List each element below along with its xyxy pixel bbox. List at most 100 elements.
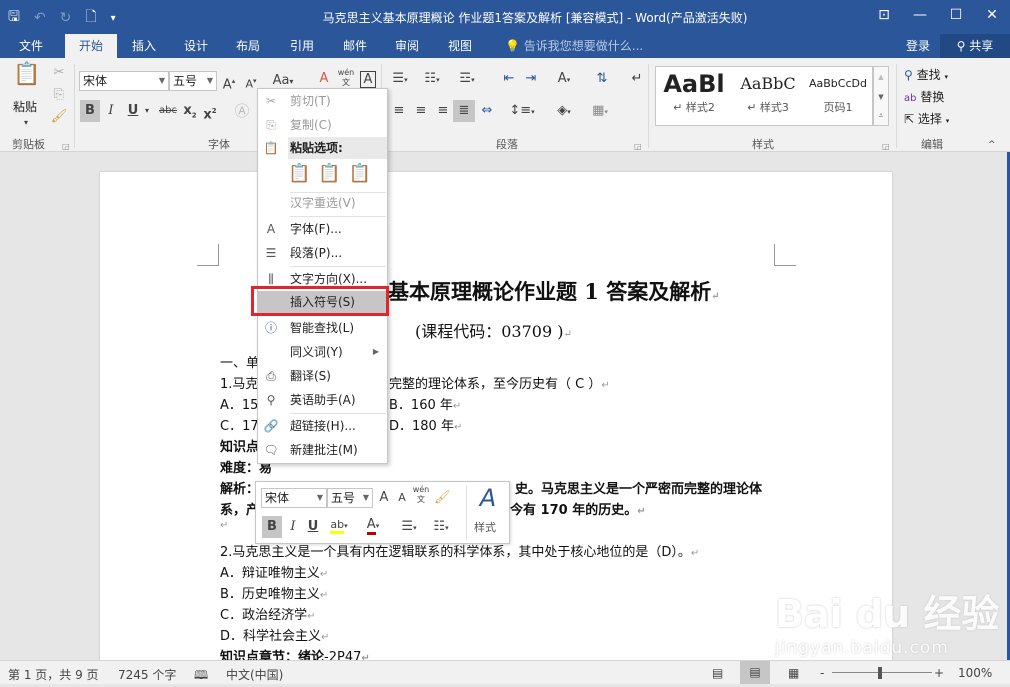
menu-item-font[interactable]: A 字体(F)... — [258, 218, 387, 240]
styles-up-button[interactable]: ▲ — [874, 67, 888, 87]
show-marks-icon[interactable]: ↵ — [628, 70, 646, 88]
style-item-3[interactable]: AaBbC ↵ 样式3 — [732, 69, 804, 115]
mini-highlight-icon[interactable]: ab▾ — [326, 516, 352, 535]
menu-item-copy[interactable]: ⎘ 复制(C) — [258, 114, 387, 136]
paste-icon[interactable]: 📋 — [12, 64, 42, 94]
menu-item-paragraph[interactable]: ☰ 段落(P)... — [258, 242, 387, 264]
line-spacing-icon[interactable]: ↕≡▾ — [508, 102, 536, 121]
mini-font-color-icon[interactable]: A▾ — [360, 516, 386, 535]
tab-insert[interactable]: 插入 — [122, 34, 166, 58]
minimize-button[interactable]: — — [902, 0, 938, 30]
web-layout-icon[interactable]: ▦ — [788, 666, 799, 680]
align-left-icon[interactable]: ≡ — [390, 102, 408, 120]
print-layout-icon[interactable]: ▤ — [740, 661, 770, 684]
phonetic-guide-icon[interactable]: wén 文 — [336, 68, 356, 88]
paste-dropdown-icon[interactable]: ▾ — [24, 114, 28, 132]
font-size-combo[interactable]: 五号 ▼ — [169, 71, 217, 91]
paste-keep-formatting-icon[interactable]: 📋 — [288, 163, 310, 184]
mini-grow-font-icon[interactable]: A — [376, 489, 392, 507]
increase-indent-icon[interactable]: ⇥ — [522, 70, 540, 88]
select-button[interactable]: ⇱ 选择 ▾ — [904, 110, 949, 127]
strikethrough-button[interactable]: abc — [156, 102, 180, 120]
mini-font-name-combo[interactable]: 宋体 ▼ — [261, 488, 327, 508]
menu-item-new-comment[interactable]: 🗨 新建批注(M) — [258, 439, 387, 461]
zoom-out-button[interactable]: - — [820, 666, 824, 680]
clear-formatting-icon[interactable]: A — [316, 70, 332, 88]
format-painter-icon[interactable]: 🖌 — [50, 108, 68, 126]
zoom-in-button[interactable]: + — [934, 666, 944, 680]
mini-format-painter-icon[interactable]: 🖌 — [434, 489, 451, 507]
paste-button-label[interactable]: 粘贴 — [13, 98, 37, 115]
italic-button[interactable]: I — [103, 102, 119, 120]
character-border-icon[interactable]: A — [360, 71, 376, 88]
mini-numbering-icon[interactable]: ☷▾ — [428, 518, 454, 537]
shading-icon[interactable]: ◈▾ — [550, 102, 578, 121]
font-name-combo[interactable]: 宋体 ▼ — [79, 71, 169, 91]
styles-down-button[interactable]: ▼ — [874, 87, 888, 107]
page-count[interactable]: 第 1 页，共 9 页 — [8, 666, 99, 683]
tab-layout[interactable]: 布局 — [226, 34, 270, 58]
mini-font-size-combo[interactable]: 五号 ▼ — [327, 488, 373, 508]
tab-file[interactable]: 文件 — [8, 34, 54, 58]
mini-styles-label[interactable]: 样式 — [474, 519, 496, 535]
style-item-2[interactable]: AaBl ↵ 样式2 — [660, 69, 728, 115]
grow-font-icon[interactable]: A▴ — [220, 72, 238, 94]
text-effects-icon[interactable]: Ⓐ — [232, 102, 252, 120]
menu-item-translate[interactable]: ⎙ 翻译(S) — [258, 365, 387, 387]
zoom-slider-thumb[interactable] — [878, 667, 882, 679]
read-mode-icon[interactable]: ▤ — [712, 666, 723, 680]
tab-review[interactable]: 审阅 — [385, 34, 429, 58]
paste-text-only-icon[interactable]: 📋 — [349, 163, 371, 184]
underline-button[interactable]: U — [125, 102, 141, 120]
justify-icon[interactable]: ≣ — [453, 100, 475, 122]
mini-underline-button[interactable]: U — [306, 518, 320, 536]
bold-button[interactable]: B — [80, 100, 100, 122]
bullets-icon[interactable]: ☰▾ — [388, 70, 412, 89]
numbering-icon[interactable]: ☷▾ — [420, 70, 444, 89]
ribbon-display-options-button[interactable]: ⊡ — [866, 0, 902, 30]
menu-item-reconvert[interactable]: 汉字重选(V) — [258, 192, 387, 214]
tab-references[interactable]: 引用 — [280, 34, 324, 58]
mini-italic-button[interactable]: I — [286, 518, 300, 536]
menu-item-english-assistant[interactable]: ⚲ 英语助手(A) — [258, 389, 387, 411]
multilevel-list-icon[interactable]: ☲▾ — [455, 70, 479, 89]
align-right-icon[interactable]: ≡ — [434, 102, 452, 120]
mini-phonetic-guide-icon[interactable]: wén 文 — [412, 485, 430, 505]
menu-item-cut[interactable]: ✂ 剪切(T) — [258, 90, 387, 112]
document-page[interactable]: 基本原理概论作业题 1 答案及解析↵ (课程代码：03709 )↵ 一、单 1.… — [100, 172, 892, 660]
cut-icon[interactable]: ✂ — [50, 64, 68, 82]
asian-layout-icon[interactable]: A▾ — [550, 70, 578, 89]
mini-bullets-icon[interactable]: ☰▾ — [396, 518, 422, 537]
tab-mailings[interactable]: 邮件 — [333, 34, 377, 58]
distributed-icon[interactable]: ⇔ — [478, 102, 496, 120]
close-button[interactable]: ✕ — [974, 0, 1010, 30]
tab-home[interactable]: 开始 — [65, 34, 117, 58]
align-center-icon[interactable]: ≡ — [412, 102, 430, 120]
decrease-indent-icon[interactable]: ⇤ — [500, 70, 518, 88]
style-item-page-number[interactable]: AaBbCcDd 页码1 — [804, 69, 872, 115]
mini-styles-icon[interactable]: A — [474, 484, 502, 512]
subscript-button[interactable]: x2 — [182, 102, 198, 125]
copy-icon[interactable]: ⎘ — [50, 86, 68, 104]
replace-button[interactable]: ab 替换 — [904, 88, 944, 105]
tell-me-search[interactable]: 💡 告诉我您想要做什么... — [505, 34, 643, 58]
mini-shrink-font-icon[interactable]: A — [394, 489, 410, 507]
word-count[interactable]: 7245 个字 — [118, 666, 176, 683]
share-button[interactable]: ⚲ 共享 — [940, 34, 1010, 58]
zoom-slider[interactable] — [832, 672, 932, 673]
styles-more-button[interactable]: ⩡ — [874, 107, 888, 125]
sort-icon[interactable]: ⇅ — [592, 70, 612, 88]
zoom-level[interactable]: 100% — [958, 666, 992, 680]
underline-dropdown-icon[interactable]: ▾ — [142, 102, 152, 120]
borders-icon[interactable]: ▦▾ — [586, 102, 614, 121]
mini-bold-button[interactable]: B — [262, 516, 282, 538]
menu-item-synonyms[interactable]: 同义词(Y) ▶ — [258, 341, 387, 363]
login-button[interactable]: 登录 — [906, 34, 930, 58]
superscript-button[interactable]: x2 — [202, 102, 218, 124]
tab-design[interactable]: 设计 — [174, 34, 218, 58]
find-button[interactable]: ⚲ 查找 ▾ — [904, 66, 948, 83]
language[interactable]: 中文(中国) — [226, 666, 283, 683]
tab-view[interactable]: 视图 — [438, 34, 482, 58]
maximize-button[interactable]: ☐ — [938, 0, 974, 30]
menu-item-hyperlink[interactable]: 🔗 超链接(H)... — [258, 415, 387, 437]
